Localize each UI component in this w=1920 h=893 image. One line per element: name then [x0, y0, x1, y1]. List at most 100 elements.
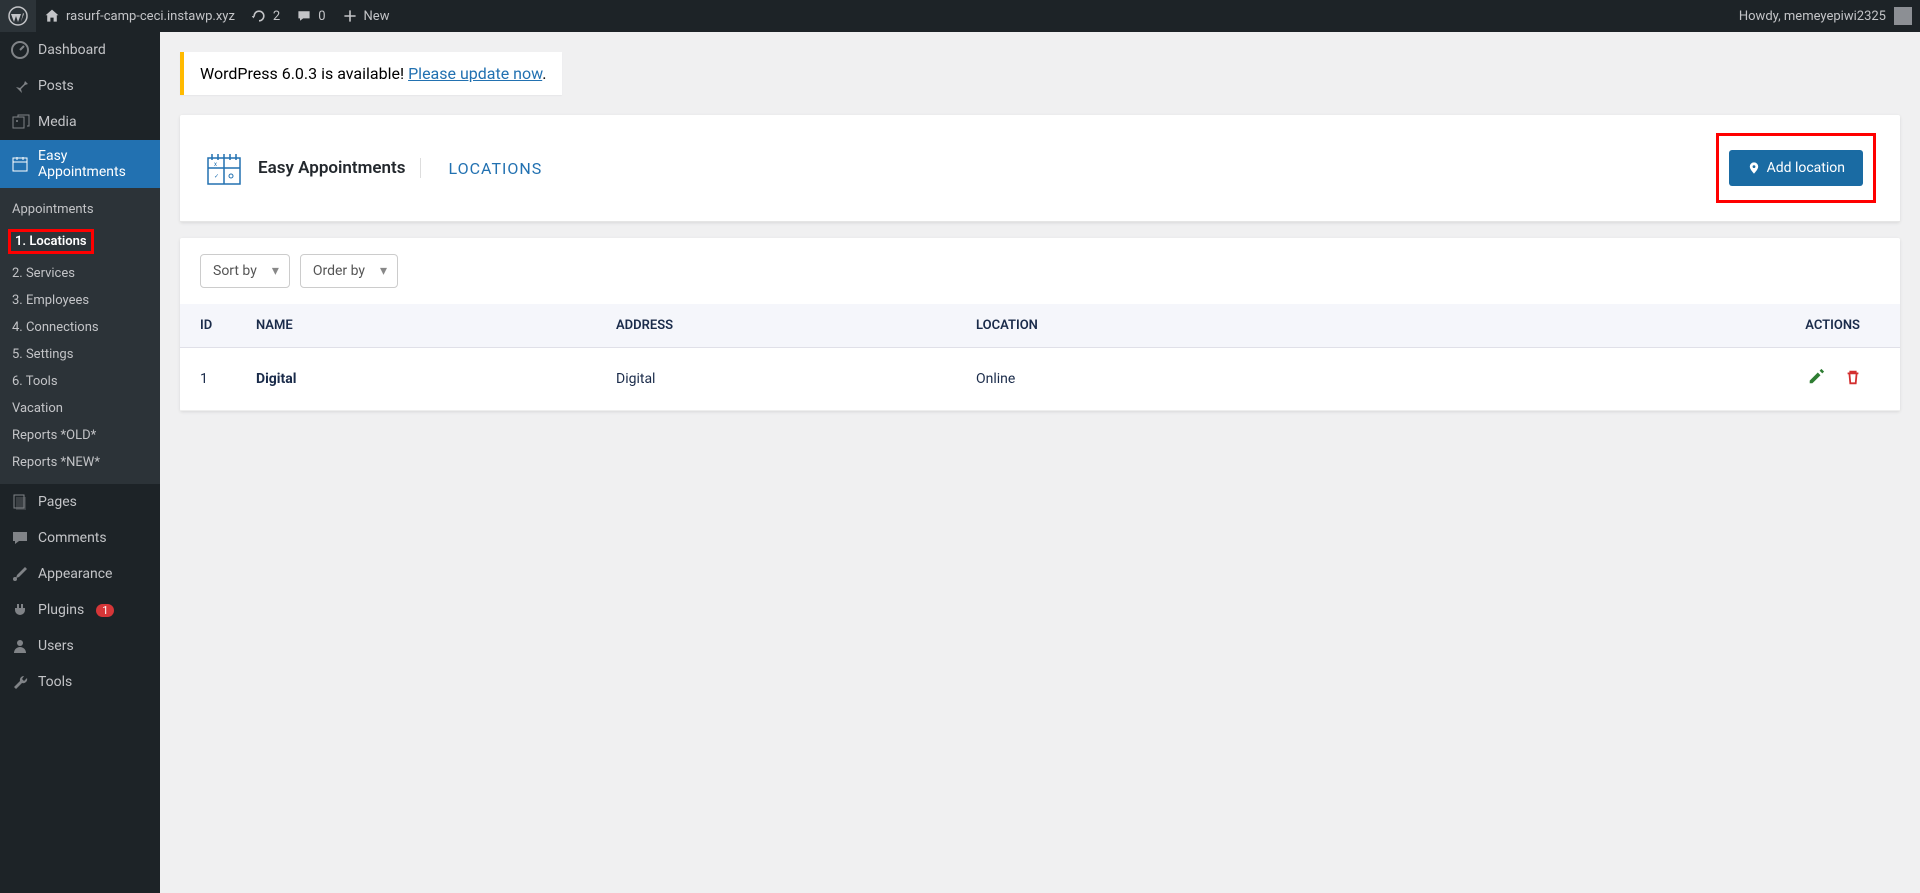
- submenu-reports-new[interactable]: Reports *NEW*: [0, 449, 160, 476]
- notice-text: WordPress 6.0.3 is available!: [200, 64, 408, 83]
- submenu-appointments[interactable]: Appointments: [0, 196, 160, 223]
- menu-users-label: Users: [38, 638, 74, 654]
- page-label: LOCATIONS: [435, 159, 543, 178]
- brush-icon: [10, 564, 30, 584]
- admin-sidebar: Dashboard Posts Media Easy Appointments …: [0, 32, 160, 893]
- cell-name: Digital: [240, 348, 600, 411]
- admin-bar-right[interactable]: Howdy, memeyepiwi2325: [1739, 7, 1912, 25]
- howdy-text: Howdy, memeyepiwi2325: [1739, 9, 1886, 24]
- locations-table: ID NAME ADDRESS LOCATION ACTIONS 1 Digit…: [180, 304, 1900, 411]
- submenu-employees[interactable]: 3. Employees: [0, 287, 160, 314]
- home-icon: [44, 8, 60, 24]
- menu-tools[interactable]: Tools: [0, 664, 160, 700]
- trash-icon: [1844, 368, 1862, 386]
- dashboard-icon: [10, 40, 30, 60]
- cell-id: 1: [180, 348, 240, 411]
- th-id: ID: [180, 304, 240, 348]
- card-header: x✓ Easy Appointments LOCATIONS Add locat…: [180, 115, 1900, 222]
- submenu-settings[interactable]: 5. Settings: [0, 341, 160, 368]
- title-group: x✓ Easy Appointments LOCATIONS: [204, 148, 542, 188]
- plug-icon: [10, 600, 30, 620]
- app-icon: x✓: [204, 148, 244, 188]
- menu-ea-label: Easy Appointments: [38, 148, 150, 180]
- admin-bar-left: rasurf-camp-ceci.instawp.xyz 2 0 New: [0, 0, 397, 32]
- new-link[interactable]: New: [334, 0, 398, 32]
- toolbar: Sort by Order by: [180, 238, 1900, 304]
- admin-bar: rasurf-camp-ceci.instawp.xyz 2 0 New How…: [0, 0, 1920, 32]
- updates-link[interactable]: 2: [243, 0, 288, 32]
- plus-icon: [342, 8, 358, 24]
- sort-by-dropdown[interactable]: Sort by: [200, 254, 290, 288]
- menu-dashboard-label: Dashboard: [38, 42, 106, 58]
- menu-media[interactable]: Media: [0, 104, 160, 140]
- cell-location: Online: [960, 348, 1760, 411]
- submenu-connections[interactable]: 4. Connections: [0, 314, 160, 341]
- menu-users[interactable]: Users: [0, 628, 160, 664]
- site-name: rasurf-camp-ceci.instawp.xyz: [66, 9, 235, 24]
- menu-easy-appointments[interactable]: Easy Appointments: [0, 140, 160, 188]
- submenu-reports-old[interactable]: Reports *OLD*: [0, 422, 160, 449]
- menu-appearance[interactable]: Appearance: [0, 556, 160, 592]
- submenu-ea: Appointments 1. Locations 2. Services 3.…: [0, 188, 160, 484]
- add-button-label: Add location: [1767, 160, 1845, 176]
- wordpress-icon: [8, 6, 28, 26]
- menu-media-label: Media: [38, 114, 77, 130]
- table-row: 1 Digital Digital Online: [180, 348, 1900, 411]
- pencil-icon: [1807, 368, 1825, 386]
- content-area: WordPress 6.0.3 is available! Please upd…: [160, 32, 1920, 431]
- menu-posts-label: Posts: [38, 78, 74, 94]
- comments-count: 0: [318, 9, 325, 24]
- locations-highlight: 1. Locations: [8, 229, 94, 254]
- calendar-icon: [10, 154, 30, 174]
- header-card: x✓ Easy Appointments LOCATIONS Add locat…: [180, 115, 1900, 222]
- site-name-link[interactable]: rasurf-camp-ceci.instawp.xyz: [36, 0, 243, 32]
- cell-address: Digital: [600, 348, 960, 411]
- submenu-vacation[interactable]: Vacation: [0, 395, 160, 422]
- th-address: ADDRESS: [600, 304, 960, 348]
- delete-button[interactable]: [1844, 368, 1862, 386]
- comments-link[interactable]: 0: [288, 0, 333, 32]
- th-location: LOCATION: [960, 304, 1760, 348]
- menu-plugins-label: Plugins: [38, 602, 84, 618]
- th-name: NAME: [240, 304, 600, 348]
- updates-count: 2: [273, 9, 280, 24]
- location-pin-icon: [1747, 161, 1761, 175]
- menu-plugins[interactable]: Plugins 1: [0, 592, 160, 628]
- submenu-tools[interactable]: 6. Tools: [0, 368, 160, 395]
- add-button-highlight: Add location: [1716, 133, 1876, 203]
- svg-text:x: x: [214, 161, 217, 168]
- cell-actions: [1760, 348, 1900, 411]
- pages-icon: [10, 492, 30, 512]
- avatar: [1894, 7, 1912, 25]
- user-icon: [10, 636, 30, 656]
- svg-text:✓: ✓: [214, 173, 219, 180]
- update-notice: WordPress 6.0.3 is available! Please upd…: [180, 52, 562, 95]
- menu-posts[interactable]: Posts: [0, 68, 160, 104]
- order-by-dropdown[interactable]: Order by: [300, 254, 398, 288]
- table-card: Sort by Order by ID NAME ADDRESS LOCATIO…: [180, 238, 1900, 411]
- edit-button[interactable]: [1807, 368, 1825, 386]
- th-actions: ACTIONS: [1760, 304, 1900, 348]
- submenu-locations[interactable]: 1. Locations: [0, 223, 160, 260]
- wrench-icon: [10, 672, 30, 692]
- comment-icon: [296, 8, 312, 24]
- submenu-services[interactable]: 2. Services: [0, 260, 160, 287]
- media-icon: [10, 112, 30, 132]
- wp-logo[interactable]: [0, 0, 36, 32]
- table-header-row: ID NAME ADDRESS LOCATION ACTIONS: [180, 304, 1900, 348]
- menu-pages-label: Pages: [38, 494, 77, 510]
- refresh-icon: [251, 8, 267, 24]
- menu-tools-label: Tools: [38, 674, 72, 690]
- menu-pages[interactable]: Pages: [0, 484, 160, 520]
- app-name: Easy Appointments: [258, 158, 421, 178]
- plugins-badge: 1: [96, 604, 114, 617]
- comments-icon: [10, 528, 30, 548]
- menu-comments-label: Comments: [38, 530, 107, 546]
- menu-appearance-label: Appearance: [38, 566, 112, 582]
- menu-dashboard[interactable]: Dashboard: [0, 32, 160, 68]
- pin-icon: [10, 76, 30, 96]
- update-link[interactable]: Please update now: [408, 64, 542, 83]
- menu-comments[interactable]: Comments: [0, 520, 160, 556]
- new-label: New: [364, 9, 390, 24]
- add-location-button[interactable]: Add location: [1729, 150, 1863, 186]
